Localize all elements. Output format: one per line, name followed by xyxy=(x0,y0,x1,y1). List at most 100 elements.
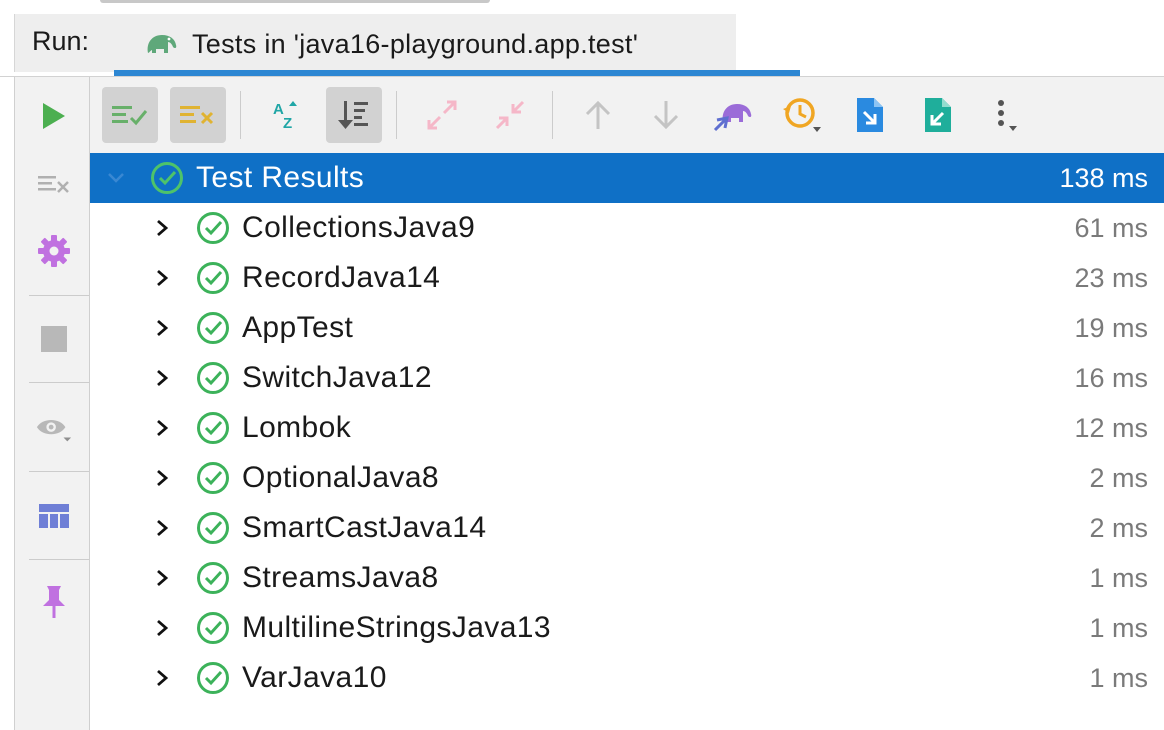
export-icon xyxy=(925,98,951,132)
test-duration: 1 ms xyxy=(1089,613,1148,643)
tree-row-root[interactable]: Test Results 138 ms xyxy=(90,153,1164,203)
stop-button[interactable] xyxy=(35,320,73,358)
passed-check-icon xyxy=(197,362,229,394)
toolbar-separator xyxy=(29,382,89,383)
export-tests-button[interactable] xyxy=(910,87,966,143)
passed-check-icon xyxy=(197,462,229,494)
eye-icon xyxy=(36,419,72,442)
toolbar-separator xyxy=(29,471,89,472)
test-name: OptionalJava8 xyxy=(242,461,439,494)
test-name: StreamsJava8 xyxy=(242,561,439,594)
chevron-right-icon[interactable] xyxy=(152,568,172,588)
test-name: Test Results xyxy=(196,161,365,194)
gradle-icon xyxy=(713,104,752,132)
pin-button[interactable] xyxy=(35,583,73,621)
play-icon xyxy=(43,103,65,129)
arrow-down-icon xyxy=(653,101,679,130)
passed-check-icon xyxy=(197,412,229,444)
tree-row[interactable]: SmartCastJava14 2 ms xyxy=(90,503,1164,553)
tree-row[interactable]: SwitchJava12 16 ms xyxy=(90,353,1164,403)
sort-duration-icon xyxy=(338,101,368,129)
tree-row[interactable]: MultilineStringsJava13 1 ms xyxy=(90,603,1164,653)
test-name: AppTest xyxy=(242,311,354,344)
test-name: RecordJava14 xyxy=(242,261,441,294)
run-label: Run: xyxy=(32,26,90,56)
chevron-right-icon[interactable] xyxy=(152,518,172,538)
test-runner-toolbar: A Z xyxy=(90,77,1164,154)
expand-all-button[interactable] xyxy=(414,87,470,143)
test-duration: 16 ms xyxy=(1074,363,1148,393)
chevron-down-icon[interactable] xyxy=(106,168,126,188)
passed-check-icon xyxy=(151,162,183,194)
tree-row[interactable]: Lombok 12 ms xyxy=(90,403,1164,453)
tab-run-configuration[interactable]: Tests in 'java16-playground.app.test' xyxy=(142,20,638,68)
show-ignored-icon xyxy=(180,106,214,125)
import-tests-button[interactable] xyxy=(842,87,898,143)
passed-check-icon xyxy=(197,262,229,294)
test-duration: 12 ms xyxy=(1074,413,1148,443)
more-vertical-icon xyxy=(998,100,1017,131)
test-history-button[interactable] xyxy=(774,87,830,143)
collapse-all-button[interactable] xyxy=(482,87,538,143)
run-tab-title: Tests in 'java16-playground.app.test' xyxy=(192,28,639,59)
test-duration: 19 ms xyxy=(1074,313,1148,343)
layout-button[interactable] xyxy=(35,497,73,535)
sort-by-duration-button[interactable] xyxy=(326,87,382,143)
test-duration: 2 ms xyxy=(1089,513,1148,543)
passed-check-icon xyxy=(197,662,229,694)
tree-row[interactable]: CollectionsJava9 61 ms xyxy=(90,203,1164,253)
test-duration: 138 ms xyxy=(1059,163,1148,193)
rerun-failed-icon xyxy=(38,176,69,193)
test-name: VarJava10 xyxy=(242,661,387,694)
next-failed-button[interactable] xyxy=(638,87,694,143)
history-icon xyxy=(783,98,821,132)
previous-failed-button[interactable] xyxy=(570,87,626,143)
test-duration: 1 ms xyxy=(1089,563,1148,593)
horizontal-scrollbar[interactable] xyxy=(100,0,490,3)
tree-row[interactable]: RecordJava14 23 ms xyxy=(90,253,1164,303)
stop-icon xyxy=(41,326,67,352)
passed-check-icon xyxy=(197,512,229,544)
tree-row[interactable]: StreamsJava8 1 ms xyxy=(90,553,1164,603)
sort-alphabetically-button[interactable]: A Z xyxy=(258,87,314,143)
more-options-button[interactable] xyxy=(978,87,1034,143)
run-left-toolbar xyxy=(14,77,90,730)
show-passed-button[interactable] xyxy=(102,87,158,143)
test-duration: 61 ms xyxy=(1074,213,1148,243)
layout-icon xyxy=(39,504,69,528)
test-duration: 1 ms xyxy=(1089,663,1148,693)
gradle-task-button[interactable] xyxy=(706,87,762,143)
passed-check-icon xyxy=(197,212,229,244)
test-name: SwitchJava12 xyxy=(242,361,432,394)
chevron-right-icon[interactable] xyxy=(152,618,172,638)
test-duration: 2 ms xyxy=(1089,463,1148,493)
test-name: MultilineStringsJava13 xyxy=(242,611,551,644)
gear-icon xyxy=(38,235,70,267)
rerun-button[interactable] xyxy=(35,97,73,135)
chevron-right-icon[interactable] xyxy=(152,468,172,488)
rerun-failed-button[interactable] xyxy=(35,165,73,203)
toolbar-separator xyxy=(396,91,397,139)
tree-row[interactable]: AppTest 19 ms xyxy=(90,303,1164,353)
toolbar-separator xyxy=(29,559,89,560)
test-results-tree: Test Results 138 ms CollectionsJava9 61 m… xyxy=(90,153,1164,730)
settings-button[interactable] xyxy=(35,232,73,270)
view-options-button[interactable] xyxy=(35,410,73,448)
tree-row[interactable]: OptionalJava8 2 ms xyxy=(90,453,1164,503)
chevron-right-icon[interactable] xyxy=(152,218,172,238)
show-ignored-button[interactable] xyxy=(170,87,226,143)
import-icon xyxy=(857,98,883,132)
chevron-right-icon[interactable] xyxy=(152,668,172,688)
passed-check-icon xyxy=(197,562,229,594)
test-name: SmartCastJava14 xyxy=(242,511,487,544)
chevron-right-icon[interactable] xyxy=(152,368,172,388)
toolbar-separator xyxy=(240,91,241,139)
pin-icon xyxy=(43,586,65,618)
passed-check-icon xyxy=(197,312,229,344)
tree-row[interactable]: VarJava10 1 ms xyxy=(90,653,1164,703)
chevron-right-icon[interactable] xyxy=(152,418,172,438)
chevron-right-icon[interactable] xyxy=(152,318,172,338)
toolbar-separator xyxy=(29,295,89,296)
test-duration: 23 ms xyxy=(1074,263,1148,293)
chevron-right-icon[interactable] xyxy=(152,268,172,288)
